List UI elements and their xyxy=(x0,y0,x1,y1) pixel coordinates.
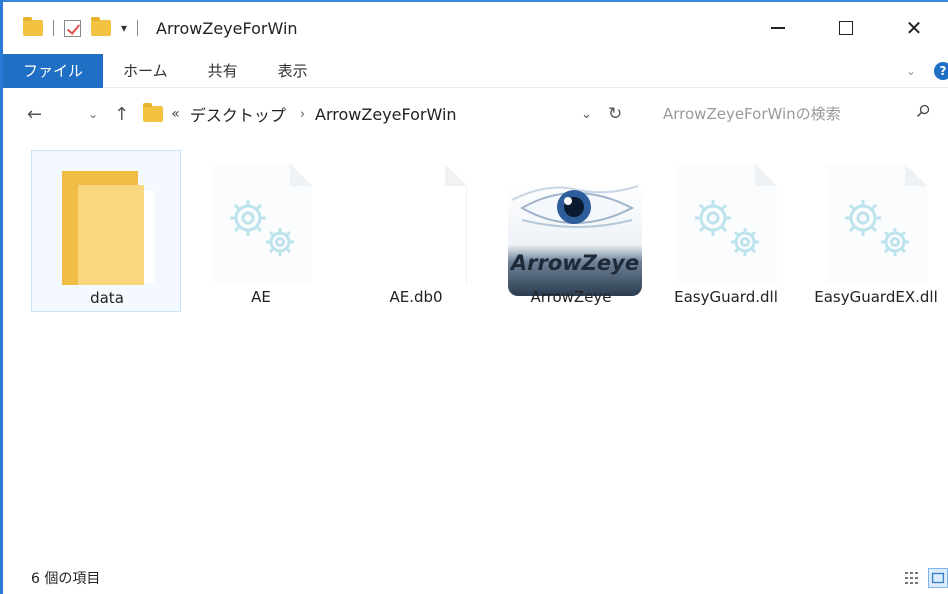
file-item-easyguard-dll[interactable]: EasyGuard.dll xyxy=(651,150,801,312)
maximize-icon xyxy=(839,21,853,35)
refresh-button[interactable]: ↻ xyxy=(608,104,622,124)
window-title: ArrowZeyeForWin xyxy=(156,18,298,38)
large-icons-view-icon[interactable] xyxy=(928,568,948,588)
file-item-ae-db0[interactable]: AE.db0 xyxy=(341,150,491,312)
minimize-icon xyxy=(771,27,785,29)
item-count: 6 個の項目 xyxy=(31,571,101,587)
ribbon-right-controls: ⌄ ? xyxy=(906,54,948,88)
search-input[interactable] xyxy=(663,105,903,123)
file-item-arrowzeye[interactable]: ArrowZeye ArrowZeye xyxy=(496,150,646,312)
details-view-icon[interactable] xyxy=(902,568,922,588)
file-name: AE xyxy=(251,288,271,306)
breadcrumb-separator-icon[interactable]: › xyxy=(300,107,305,122)
tab-share[interactable]: 共有 xyxy=(188,54,258,88)
search-box xyxy=(643,90,948,138)
help-icon[interactable]: ? xyxy=(934,62,948,80)
file-item-easyguardex-dll[interactable]: EasyGuardEX.dll xyxy=(801,150,948,312)
folder-icon[interactable] xyxy=(23,17,43,36)
file-name: AE.db0 xyxy=(389,288,443,306)
toolbar-separator xyxy=(53,20,54,36)
up-button[interactable]: ↑ xyxy=(114,104,129,125)
gear-file-icon xyxy=(206,160,316,285)
ribbon-tabs: ファイル ホーム 共有 表示 ⌄ ? xyxy=(3,53,948,88)
recent-locations-button[interactable]: ⌄ xyxy=(88,107,98,121)
arrowzeye-app-icon: ArrowZeye xyxy=(502,160,642,296)
tab-file[interactable]: ファイル xyxy=(3,53,104,88)
properties-icon[interactable] xyxy=(64,19,81,37)
address-bar: ← ⌄ ↑ « デスクトップ › ArrowZeyeForWin ⌄ ↻ xyxy=(3,90,948,138)
breadcrumb-desktop[interactable]: デスクトップ xyxy=(190,102,286,126)
close-button[interactable]: ✕ xyxy=(880,2,948,54)
address-dropdown-button[interactable]: ⌄ xyxy=(581,107,592,122)
search-icon[interactable] xyxy=(916,104,930,118)
window-controls: ✕ xyxy=(744,2,948,54)
gear-file-icon xyxy=(671,160,781,285)
folder-icon xyxy=(52,161,162,286)
status-bar: 6 個の項目 xyxy=(3,562,948,594)
title-bar: ▾ ArrowZeyeForWin ✕ xyxy=(3,2,948,54)
file-name: EasyGuard.dll xyxy=(674,288,778,306)
minimize-button[interactable] xyxy=(744,2,812,54)
file-list: data AE AE.db0 ArrowZeye ArrowZeye EasyG… xyxy=(3,140,948,560)
customize-toolbar-icon[interactable]: ▾ xyxy=(121,21,127,35)
breadcrumb-overflow-button[interactable]: « xyxy=(171,106,180,122)
tab-home[interactable]: ホーム xyxy=(103,54,188,88)
back-button[interactable]: ← xyxy=(27,104,42,125)
maximize-button[interactable] xyxy=(812,2,880,54)
file-name: EasyGuardEX.dll xyxy=(814,288,938,306)
file-name: ArrowZeye xyxy=(530,288,612,306)
file-item-ae[interactable]: AE xyxy=(186,150,336,312)
quick-access-toolbar: ▾ xyxy=(23,17,148,37)
close-icon: ✕ xyxy=(905,16,923,40)
new-folder-icon[interactable] xyxy=(91,17,111,36)
tab-view[interactable]: 表示 xyxy=(258,54,328,88)
folder-icon xyxy=(143,103,164,122)
breadcrumb-current-folder[interactable]: ArrowZeyeForWin xyxy=(315,105,457,124)
arrowzeye-logo-text: ArrowZeye xyxy=(509,251,639,275)
view-switcher xyxy=(902,568,948,588)
expand-ribbon-icon[interactable]: ⌄ xyxy=(906,64,916,78)
gear-file-icon xyxy=(821,160,931,285)
blank-file-icon xyxy=(361,160,471,285)
toolbar-separator xyxy=(137,20,139,36)
file-item-data[interactable]: data xyxy=(31,150,181,312)
file-name: data xyxy=(90,289,124,307)
